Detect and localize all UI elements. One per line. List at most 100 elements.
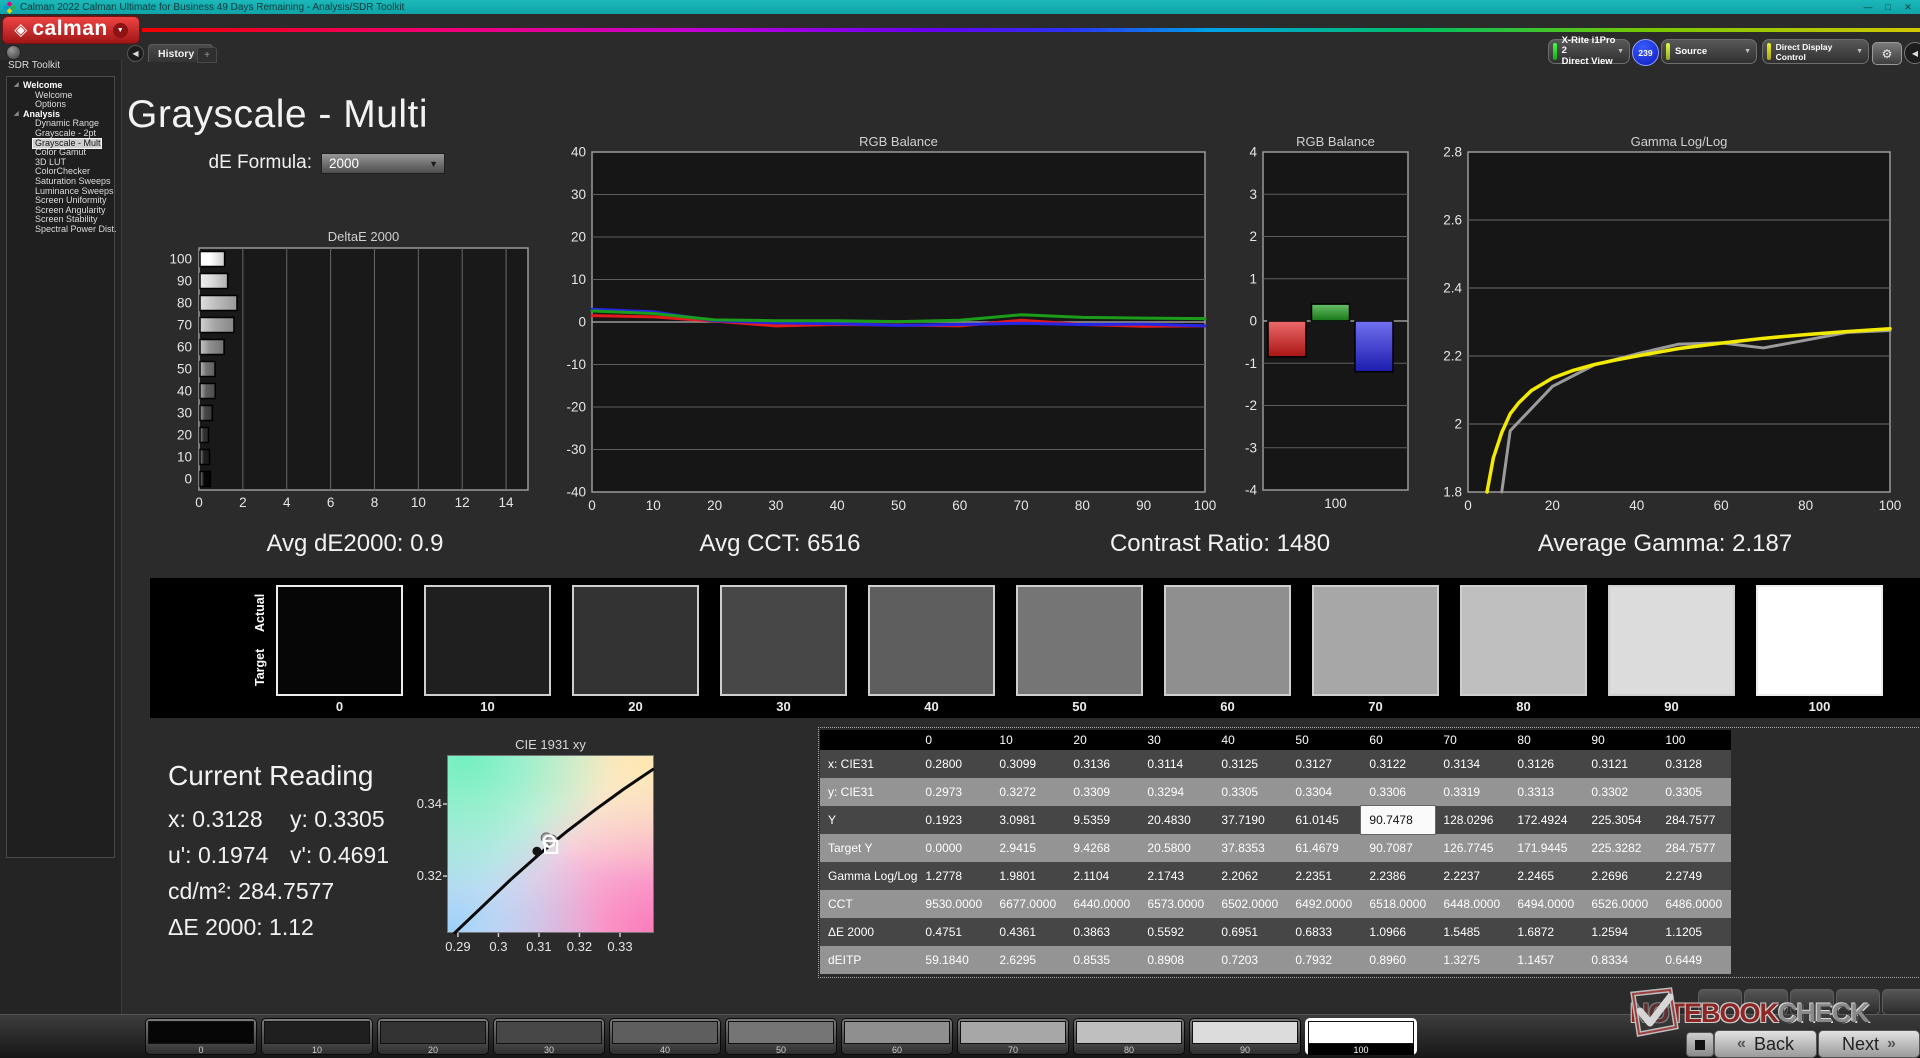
pattern-control-button[interactable] <box>1882 989 1920 1015</box>
minimize-button[interactable]: — <box>1858 0 1878 14</box>
back-label: Back <box>1753 1033 1794 1054</box>
pattern-button-0[interactable]: 0 <box>145 1018 257 1055</box>
table-row-label: dEITP <box>820 946 918 974</box>
display-control-dropdown[interactable]: Direct Display Control ▼ <box>1762 39 1869 64</box>
sidebar-item-spectral-power-dist-[interactable]: Spectral Power Dist. <box>7 224 117 235</box>
add-tab-button[interactable]: + <box>197 47 217 63</box>
table-cell: 61.0145 <box>1287 806 1362 834</box>
workflow-tree: ◢ Welcome Welcome Options ◢ Analysis Dynamic R… <box>6 76 117 858</box>
table-cell: 0.6951 <box>1213 918 1288 946</box>
table-cell: 0.1923 <box>917 806 992 834</box>
pattern-button-20[interactable]: 20 <box>377 1018 489 1055</box>
pattern-button-10[interactable]: 10 <box>261 1018 373 1055</box>
pattern-button-90[interactable]: 90 <box>1189 1018 1301 1055</box>
display-status-icon <box>1767 43 1771 60</box>
svg-text:60: 60 <box>1714 498 1729 513</box>
patch-chip-30 <box>496 1021 602 1044</box>
source-dropdown[interactable]: Source ▼ <box>1661 39 1757 64</box>
tree-expand-icon[interactable]: ◢ <box>14 81 19 91</box>
pattern-button-40[interactable]: 40 <box>609 1018 721 1055</box>
logo-dropdown-icon[interactable]: ▼ <box>112 22 128 38</box>
table-col-header-40: 40 <box>1213 730 1288 750</box>
table-cell: 9.4268 <box>1065 834 1140 862</box>
meter-dropdown[interactable]: X-Rite i1Pro 2 Direct View ▼ <box>1548 35 1630 67</box>
svg-text:-20: -20 <box>566 400 586 415</box>
table-row-label: CCT <box>820 890 918 918</box>
table-cell: 2.9415 <box>991 834 1066 862</box>
table-col-header-50: 50 <box>1287 730 1362 750</box>
panel-collapse-icon[interactable]: ◀ <box>1904 42 1920 64</box>
stat-average-gamma: Average Gamma: 2.187 <box>1537 530 1793 557</box>
table-cell: 37.7190 <box>1213 806 1288 834</box>
table-cell: 0.3304 <box>1287 778 1362 806</box>
swatch-label-90: 90 <box>1664 699 1679 714</box>
back-button[interactable]: « Back <box>1714 1030 1817 1058</box>
svg-text:50: 50 <box>891 498 906 513</box>
next-button[interactable]: Next » <box>1818 1030 1920 1058</box>
svg-text:12: 12 <box>455 495 470 510</box>
swatch-label-50: 50 <box>1072 699 1087 714</box>
table-cell: 0.2800 <box>917 750 992 778</box>
pattern-control-button[interactable] <box>1744 989 1788 1015</box>
patch-chip-80 <box>1076 1021 1182 1044</box>
svg-text:-3: -3 <box>1245 440 1257 455</box>
tree-expand-icon[interactable]: ◢ <box>14 110 19 120</box>
patch-chip-40 <box>612 1021 718 1044</box>
display-control-label: Direct Display Control <box>1775 41 1833 62</box>
table-cell: 225.3054 <box>1583 806 1658 834</box>
pattern-button-50[interactable]: 50 <box>725 1018 837 1055</box>
sidebar-collapse-icon[interactable]: ◀ <box>127 45 144 62</box>
table-row: dEITP 59.1840 2.6295 0.8535 0.8908 0.7203 0.79… <box>820 946 1732 974</box>
swatch-90 <box>1608 585 1735 696</box>
svg-text:80: 80 <box>1798 498 1813 513</box>
table-cell: 1.3275 <box>1435 946 1510 974</box>
pattern-button-30[interactable]: 30 <box>493 1018 605 1055</box>
cie-overlay <box>443 767 655 937</box>
cie-ytick: 0.32 <box>416 868 442 884</box>
swatch-label-100: 100 <box>1808 699 1831 714</box>
patch-label-30: 30 <box>543 1045 554 1055</box>
svg-text:40: 40 <box>571 145 586 160</box>
patch-label-0: 0 <box>198 1045 204 1055</box>
svg-text:90: 90 <box>1136 498 1151 513</box>
pattern-control-button[interactable] <box>1790 989 1834 1015</box>
svg-text:2.2: 2.2 <box>1443 349 1462 364</box>
table-cell: 1.2778 <box>917 862 992 890</box>
stat-contrast-ratio: Contrast Ratio: 1480 <box>1109 530 1331 557</box>
target-row-label: Target <box>253 648 267 686</box>
chevron-down-icon: ▼ <box>1856 48 1863 55</box>
swatch-60 <box>1164 585 1291 696</box>
patch-label-40: 40 <box>659 1045 670 1055</box>
table-row-label: x: CIE31 <box>820 750 918 778</box>
de-formula-select[interactable]: 2000 ▼ <box>321 153 445 174</box>
table-cell: 1.1457 <box>1509 946 1584 974</box>
pattern-button-80[interactable]: 80 <box>1073 1018 1185 1055</box>
tree-group-analysis[interactable]: ◢ Analysis <box>7 109 114 120</box>
svg-text:1: 1 <box>1249 271 1257 286</box>
rgb-balance-bar-chart: -4 -3 -2 -1 0 1 2 3 4 100 RGB Balance <box>1245 134 1409 511</box>
cie-xtick: 0.32 <box>566 939 593 954</box>
stop-button[interactable] <box>1686 1032 1714 1057</box>
pattern-control-button[interactable] <box>1836 989 1880 1015</box>
tree-group-welcome[interactable]: ◢ Welcome <box>7 80 114 91</box>
maximize-button[interactable]: □ <box>1878 0 1898 14</box>
svg-text:100: 100 <box>1194 498 1217 513</box>
close-button[interactable]: ✕ <box>1898 0 1918 14</box>
svg-text:40: 40 <box>177 384 192 399</box>
reading-luminance: cd/m²: 284.7577 <box>168 878 335 904</box>
table-cell: 0.6833 <box>1287 918 1362 946</box>
pattern-button-60[interactable]: 60 <box>841 1018 953 1055</box>
pattern-button-100[interactable]: 100 <box>1305 1018 1417 1055</box>
pattern-button-70[interactable]: 70 <box>957 1018 1069 1055</box>
table-cell: 225.3282 <box>1583 834 1658 862</box>
calman-logo-button[interactable]: ◈ calman ▼ <box>2 16 140 44</box>
next-label: Next <box>1842 1033 1880 1054</box>
patch-label-90: 90 <box>1239 1045 1250 1055</box>
table-cell: 0.3114 <box>1139 750 1214 778</box>
table-cell: 0.3127 <box>1287 750 1362 778</box>
table-cell: 61.4679 <box>1287 834 1362 862</box>
session-indicator-button[interactable] <box>6 45 21 60</box>
pattern-control-button[interactable] <box>1698 989 1742 1015</box>
gear-icon[interactable]: ⚙ <box>1872 42 1902 65</box>
table-cell: 2.6295 <box>991 946 1066 974</box>
